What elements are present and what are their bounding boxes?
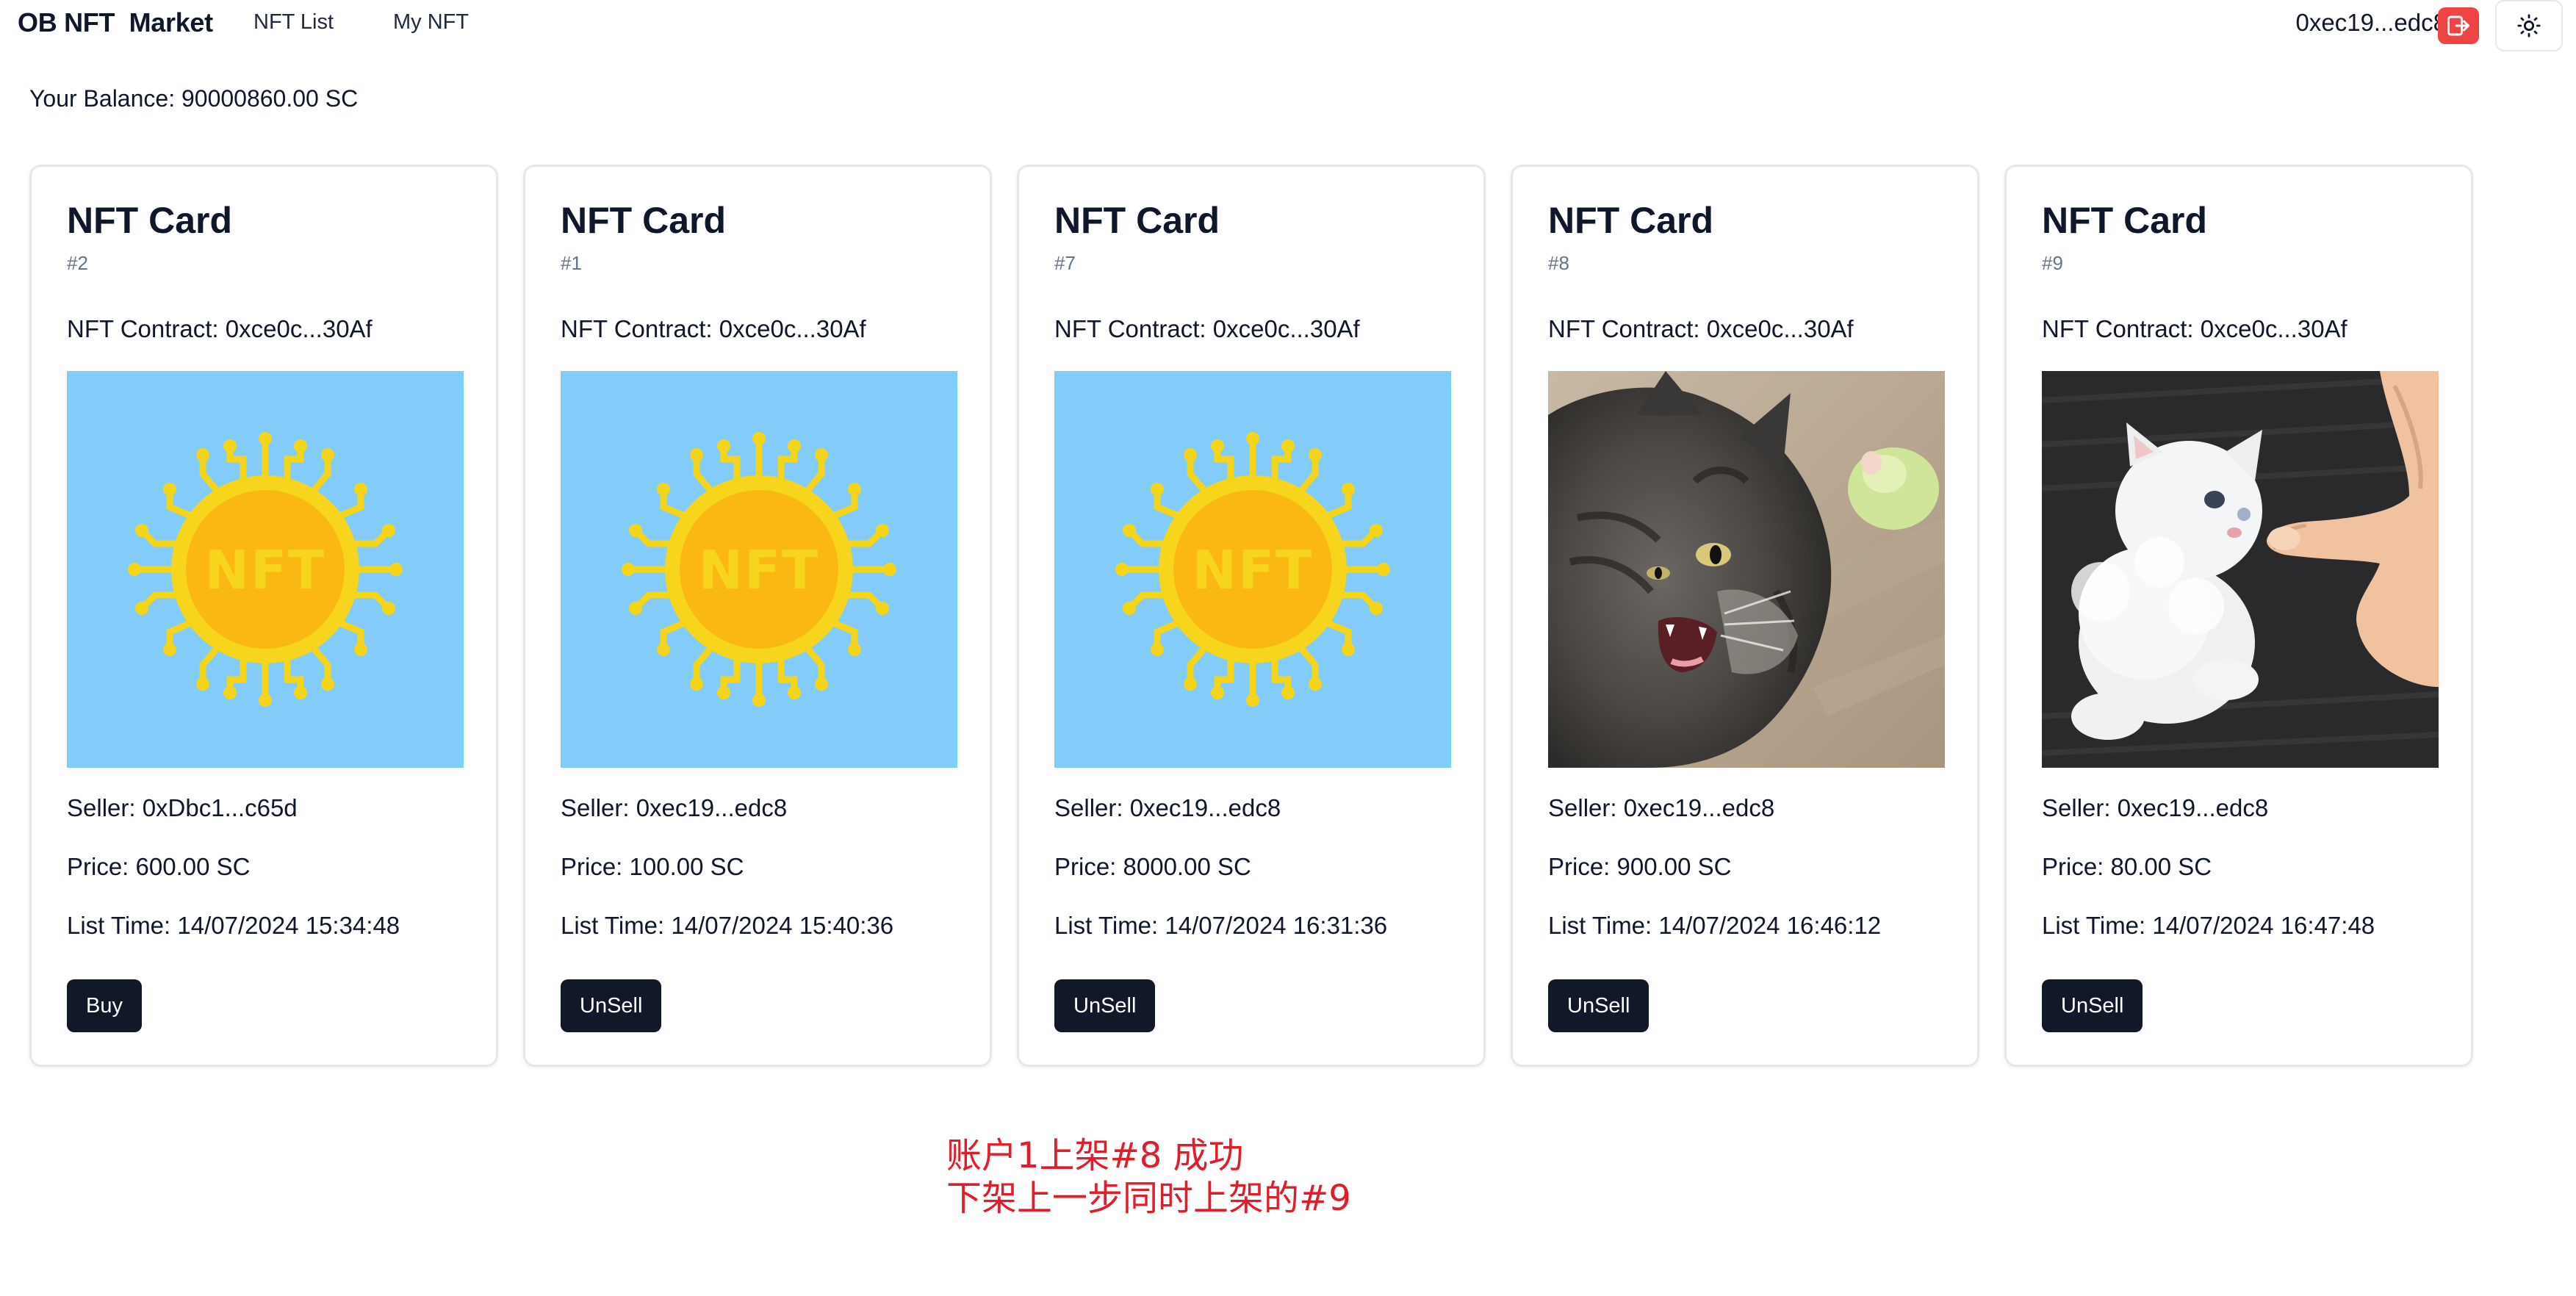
buy-button[interactable]: Buy [67,979,142,1032]
top-navbar: OB NFT Market NFT List My NFT 0xec19...e… [0,0,2576,53]
nav-link-nft-list[interactable]: NFT List [253,10,334,35]
account-address: 0xec19...edc8 [2295,9,2447,36]
card-seller: Seller: 0xec19...edc8 [1054,794,1281,821]
card-token-id: #8 [1548,252,1569,274]
card-title: NFT Card [67,200,232,241]
card-list-time: List Time: 14/07/2024 16:46:12 [1548,912,1882,939]
card-contract: NFT Contract: 0xce0c...30Af [1054,315,1360,342]
card-list-time: List Time: 14/07/2024 16:31:36 [1054,912,1388,939]
sun-icon [2517,14,2541,37]
card-token-id: #9 [2042,252,2063,274]
unsell-button[interactable]: UnSell [561,979,662,1032]
white-kitten-photo [2042,371,2439,768]
annotation-line-2: 下架上一步同时上架的#9 [946,1178,1351,1219]
card-list-time: List Time: 14/07/2024 15:34:48 [67,912,400,939]
card-price: Price: 900.00 SC [1548,853,1732,880]
logout-icon [2447,15,2469,36]
nft-card-grid: NFT Card #2 NFT Contract: 0xce0c...30Af … [29,165,2483,1070]
unsell-button[interactable]: UnSell [1054,979,1156,1032]
card-seller: Seller: 0xec19...edc8 [2042,794,2269,821]
card-price: Price: 100.00 SC [561,853,744,880]
card-contract: NFT Contract: 0xce0c...30Af [1548,315,1854,342]
card-title: NFT Card [561,200,726,241]
card-token-id: #1 [561,252,582,274]
card-title: NFT Card [2042,200,2207,241]
nft-card: NFT Card #7 NFT Contract: 0xce0c...30Af … [1017,165,1486,1067]
card-token-id: #7 [1054,252,1076,274]
card-seller: Seller: 0xDbc1...c65d [67,794,298,821]
card-price: Price: 600.00 SC [67,853,251,880]
card-list-time: List Time: 14/07/2024 15:40:36 [561,912,894,939]
card-price: Price: 80.00 SC [2042,853,2212,880]
nft-coin-image [1054,371,1451,768]
card-contract: NFT Contract: 0xce0c...30Af [67,315,373,342]
card-list-time: List Time: 14/07/2024 16:47:48 [2042,912,2375,939]
card-seller: Seller: 0xec19...edc8 [1548,794,1775,821]
theme-toggle-button[interactable] [2495,0,2563,51]
nft-card: NFT Card #8 NFT Contract: 0xce0c...30Af [1511,165,1979,1067]
nft-coin-image [561,371,957,768]
balance-text: Your Balance: 90000860.00 SC [29,85,359,112]
nav-link-my-nft[interactable]: My NFT [393,10,469,35]
card-seller: Seller: 0xec19...edc8 [561,794,788,821]
card-title: NFT Card [1548,200,1713,241]
annotation-line-1: 账户1上架#8 成功 [946,1135,1244,1176]
nft-card: NFT Card #2 NFT Contract: 0xce0c...30Af … [29,165,498,1067]
nft-card: NFT Card #1 NFT Contract: 0xce0c...30Af … [523,165,992,1067]
card-price: Price: 8000.00 SC [1054,853,1251,880]
logout-button[interactable] [2438,7,2479,44]
card-token-id: #2 [67,252,88,274]
red-annotation-note: 账户1上架#8 成功 下架上一步同时上架的#9 [946,1134,1351,1220]
brand-logo-text[interactable]: OB NFT Market [18,7,213,38]
unsell-button[interactable]: UnSell [2042,979,2143,1032]
card-title: NFT Card [1054,200,1220,241]
nft-card: NFT Card #9 NFT Contract: 0xce0c...30Af [2004,165,2473,1067]
card-contract: NFT Contract: 0xce0c...30Af [561,315,866,342]
unsell-button[interactable]: UnSell [1548,979,1649,1032]
nft-coin-image [67,371,464,768]
card-contract: NFT Contract: 0xce0c...30Af [2042,315,2347,342]
tabby-cat-photo [1548,371,1945,768]
